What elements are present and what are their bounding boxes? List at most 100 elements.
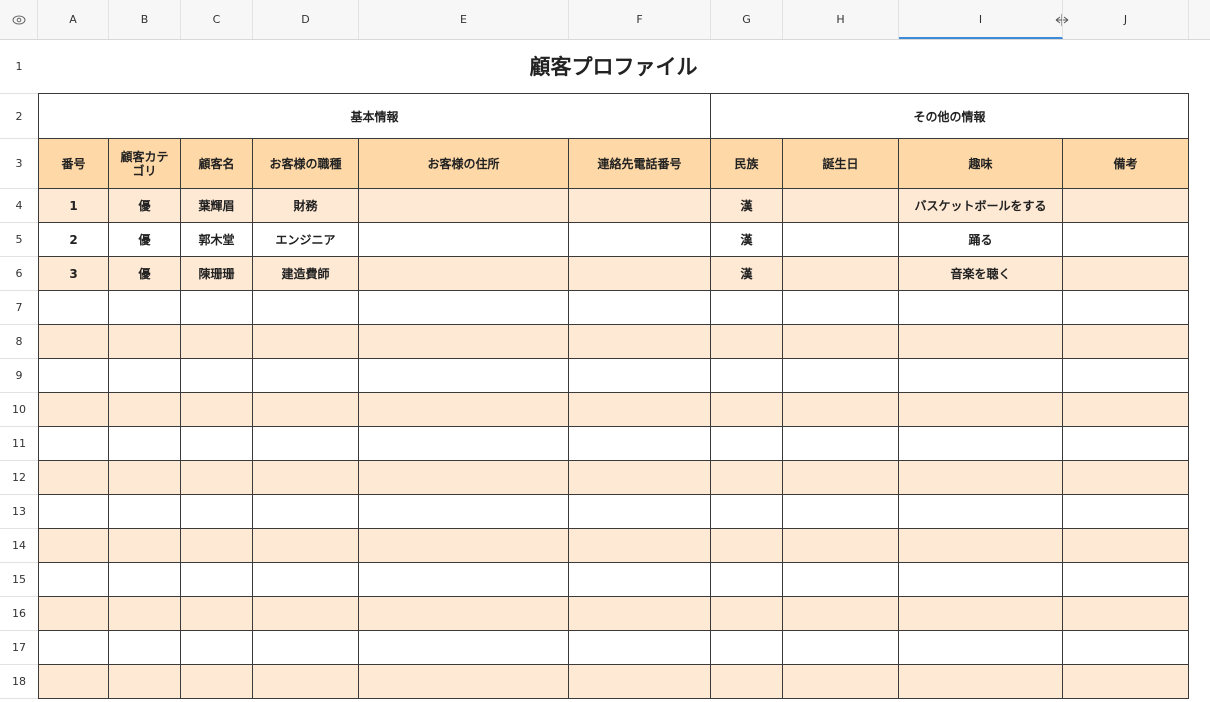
column-header-g[interactable]: G [711, 0, 783, 39]
empty-cell[interactable] [899, 563, 1063, 597]
empty-cell[interactable] [711, 529, 783, 563]
record-cell[interactable]: 漢 [711, 223, 783, 257]
empty-cell[interactable] [181, 631, 253, 665]
record-cell[interactable]: 優 [109, 189, 181, 223]
record-cell[interactable] [783, 223, 899, 257]
empty-cell[interactable] [1063, 597, 1189, 631]
empty-cell[interactable] [711, 631, 783, 665]
record-cell[interactable]: 漢 [711, 257, 783, 291]
column-header-c[interactable]: C [181, 0, 253, 39]
empty-cell[interactable] [569, 529, 711, 563]
empty-cell[interactable] [1063, 291, 1189, 325]
empty-cell[interactable] [1063, 461, 1189, 495]
record-cell[interactable]: 財務 [253, 189, 359, 223]
empty-cell[interactable] [1063, 393, 1189, 427]
empty-cell[interactable] [109, 291, 181, 325]
empty-cell[interactable] [1063, 495, 1189, 529]
empty-cell[interactable] [109, 359, 181, 393]
column-header-h[interactable]: H [783, 0, 899, 39]
column-header-j[interactable]: J [1063, 0, 1189, 39]
empty-cell[interactable] [253, 529, 359, 563]
column-title-1[interactable]: 顧客カテゴリ [109, 139, 181, 189]
empty-cell[interactable] [253, 427, 359, 461]
row-header-12[interactable]: 12 [0, 461, 38, 495]
empty-cell[interactable] [253, 631, 359, 665]
empty-cell[interactable] [711, 665, 783, 699]
empty-cell[interactable] [181, 495, 253, 529]
column-title-0[interactable]: 番号 [38, 139, 109, 189]
group-header-basic[interactable]: 基本情報 [38, 94, 711, 139]
empty-cell[interactable] [783, 495, 899, 529]
row-header-18[interactable]: 18 [0, 665, 38, 699]
empty-cell[interactable] [38, 325, 109, 359]
column-header-i[interactable]: I [899, 0, 1063, 39]
row-header-9[interactable]: 9 [0, 359, 38, 393]
empty-cell[interactable] [359, 631, 569, 665]
empty-cell[interactable] [1063, 529, 1189, 563]
empty-cell[interactable] [899, 291, 1063, 325]
column-title-3[interactable]: お客様の職種 [253, 139, 359, 189]
empty-cell[interactable] [109, 597, 181, 631]
empty-cell[interactable] [711, 563, 783, 597]
empty-cell[interactable] [38, 461, 109, 495]
empty-cell[interactable] [38, 597, 109, 631]
empty-cell[interactable] [38, 359, 109, 393]
empty-cell[interactable] [359, 529, 569, 563]
empty-cell[interactable] [253, 597, 359, 631]
record-cell[interactable]: 2 [38, 223, 109, 257]
column-title-4[interactable]: お客様の住所 [359, 139, 569, 189]
record-cell[interactable]: 優 [109, 223, 181, 257]
empty-cell[interactable] [569, 461, 711, 495]
record-cell[interactable]: 漢 [711, 189, 783, 223]
record-cell[interactable] [1063, 189, 1189, 223]
record-cell[interactable] [359, 223, 569, 257]
record-cell[interactable]: バスケットボールをする [899, 189, 1063, 223]
record-cell[interactable] [359, 257, 569, 291]
empty-cell[interactable] [711, 393, 783, 427]
record-cell[interactable]: 3 [38, 257, 109, 291]
empty-cell[interactable] [38, 529, 109, 563]
empty-cell[interactable] [181, 325, 253, 359]
record-cell[interactable]: 1 [38, 189, 109, 223]
empty-cell[interactable] [899, 597, 1063, 631]
empty-cell[interactable] [711, 461, 783, 495]
record-cell[interactable] [1063, 257, 1189, 291]
empty-cell[interactable] [38, 393, 109, 427]
empty-cell[interactable] [1063, 427, 1189, 461]
empty-cell[interactable] [711, 291, 783, 325]
record-cell[interactable]: 音楽を聴く [899, 257, 1063, 291]
empty-cell[interactable] [359, 427, 569, 461]
record-cell[interactable] [1063, 223, 1189, 257]
empty-cell[interactable] [109, 631, 181, 665]
empty-cell[interactable] [38, 427, 109, 461]
empty-cell[interactable] [899, 631, 1063, 665]
empty-cell[interactable] [783, 291, 899, 325]
empty-cell[interactable] [253, 291, 359, 325]
empty-cell[interactable] [181, 427, 253, 461]
empty-cell[interactable] [899, 495, 1063, 529]
record-cell[interactable] [569, 223, 711, 257]
empty-cell[interactable] [783, 529, 899, 563]
empty-cell[interactable] [569, 597, 711, 631]
empty-cell[interactable] [181, 563, 253, 597]
record-cell[interactable]: 優 [109, 257, 181, 291]
empty-cell[interactable] [899, 359, 1063, 393]
empty-cell[interactable] [181, 597, 253, 631]
empty-cell[interactable] [711, 359, 783, 393]
row-header-17[interactable]: 17 [0, 631, 38, 665]
row-header-11[interactable]: 11 [0, 427, 38, 461]
row-header-3[interactable]: 3 [0, 139, 38, 189]
empty-cell[interactable] [569, 495, 711, 529]
empty-cell[interactable] [253, 325, 359, 359]
empty-cell[interactable] [783, 325, 899, 359]
empty-cell[interactable] [109, 393, 181, 427]
row-header-1[interactable]: 1 [0, 39, 38, 94]
empty-cell[interactable] [899, 325, 1063, 359]
empty-cell[interactable] [783, 563, 899, 597]
empty-cell[interactable] [38, 665, 109, 699]
empty-cell[interactable] [359, 461, 569, 495]
select-all-corner[interactable] [0, 0, 38, 39]
empty-cell[interactable] [359, 597, 569, 631]
empty-cell[interactable] [783, 359, 899, 393]
empty-cell[interactable] [38, 495, 109, 529]
